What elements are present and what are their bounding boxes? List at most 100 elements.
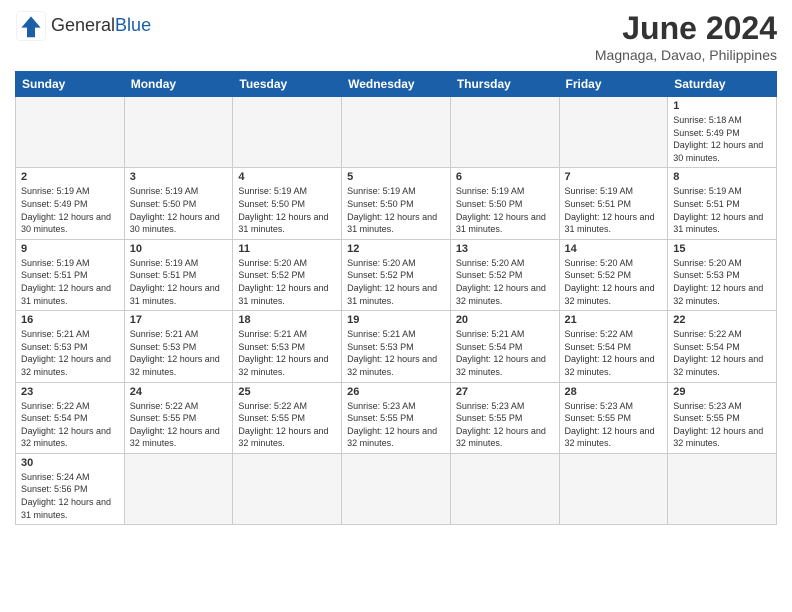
calendar-cell xyxy=(342,453,451,524)
day-info: Sunrise: 5:21 AMSunset: 5:53 PMDaylight:… xyxy=(21,328,119,378)
calendar-table: SundayMondayTuesdayWednesdayThursdayFrid… xyxy=(15,71,777,525)
calendar-cell: 8Sunrise: 5:19 AMSunset: 5:51 PMDaylight… xyxy=(668,168,777,239)
calendar-cell: 13 Sunrise: 5:20 AMSunset: 5:52 PMDayligh… xyxy=(450,239,559,310)
calendar-cell: 6Sunrise: 5:19 AMSunset: 5:50 PMDaylight… xyxy=(450,168,559,239)
calendar-cell xyxy=(450,97,559,168)
day-info: Sunrise: 5:19 AMSunset: 5:51 PMDaylight:… xyxy=(130,257,228,307)
weekday-header-wednesday: Wednesday xyxy=(342,72,451,97)
calendar-cell xyxy=(16,97,125,168)
calendar-cell: 11 Sunrise: 5:20 AMSunset: 5:52 PMDayligh… xyxy=(233,239,342,310)
weekday-header-sunday: Sunday xyxy=(16,72,125,97)
calendar-cell: 20 Sunrise: 5:21 AMSunset: 5:54 PMDayligh… xyxy=(450,311,559,382)
logo-icon xyxy=(15,10,47,42)
day-number: 11 xyxy=(238,243,336,255)
day-info: Sunrise: 5:21 AMSunset: 5:54 PMDaylight:… xyxy=(456,328,554,378)
logo: GeneralBlue xyxy=(15,10,151,42)
day-info: Sunrise: 5:20 AMSunset: 5:52 PMDaylight:… xyxy=(347,257,445,307)
calendar-cell: 18 Sunrise: 5:21 AMSunset: 5:53 PMDayligh… xyxy=(233,311,342,382)
calendar-cell xyxy=(450,453,559,524)
day-info: Sunrise: 5:19 AMSunset: 5:50 PMDaylight:… xyxy=(347,185,445,235)
day-info: Sunrise: 5:22 AMSunset: 5:55 PMDaylight:… xyxy=(238,400,336,450)
calendar-cell: 16Sunrise: 5:21 AMSunset: 5:53 PMDayligh… xyxy=(16,311,125,382)
calendar-cell xyxy=(233,453,342,524)
weekday-header-monday: Monday xyxy=(124,72,233,97)
day-info: Sunrise: 5:21 AMSunset: 5:53 PMDaylight:… xyxy=(347,328,445,378)
calendar-cell xyxy=(124,97,233,168)
calendar-cell xyxy=(233,97,342,168)
week-row-2: 2Sunrise: 5:19 AMSunset: 5:49 PMDaylight… xyxy=(16,168,777,239)
calendar-cell xyxy=(559,453,668,524)
day-number: 19 xyxy=(347,314,445,326)
calendar-cell xyxy=(668,453,777,524)
day-number: 24 xyxy=(130,386,228,398)
day-number: 6 xyxy=(456,171,554,183)
calendar-cell: 10Sunrise: 5:19 AMSunset: 5:51 PMDayligh… xyxy=(124,239,233,310)
day-number: 13 xyxy=(456,243,554,255)
day-number: 14 xyxy=(565,243,663,255)
day-number: 28 xyxy=(565,386,663,398)
calendar-cell: 5Sunrise: 5:19 AMSunset: 5:50 PMDaylight… xyxy=(342,168,451,239)
calendar-cell: 22 Sunrise: 5:22 AMSunset: 5:54 PMDayligh… xyxy=(668,311,777,382)
calendar-subtitle: Magnaga, Davao, Philippines xyxy=(595,47,777,63)
day-info: Sunrise: 5:20 AMSunset: 5:52 PMDaylight:… xyxy=(565,257,663,307)
day-number: 25 xyxy=(238,386,336,398)
calendar-title: June 2024 xyxy=(595,10,777,47)
calendar-cell xyxy=(559,97,668,168)
day-info: Sunrise: 5:19 AMSunset: 5:50 PMDaylight:… xyxy=(130,185,228,235)
day-info: Sunrise: 5:22 AMSunset: 5:54 PMDaylight:… xyxy=(673,328,771,378)
calendar-cell: 29Sunrise: 5:23 AMSunset: 5:55 PMDayligh… xyxy=(668,382,777,453)
day-number: 21 xyxy=(565,314,663,326)
day-info: Sunrise: 5:22 AMSunset: 5:54 PMDaylight:… xyxy=(21,400,119,450)
day-info: Sunrise: 5:20 AMSunset: 5:53 PMDaylight:… xyxy=(673,257,771,307)
day-number: 29 xyxy=(673,386,771,398)
calendar-cell: 4Sunrise: 5:19 AMSunset: 5:50 PMDaylight… xyxy=(233,168,342,239)
day-number: 7 xyxy=(565,171,663,183)
day-info: Sunrise: 5:19 AMSunset: 5:51 PMDaylight:… xyxy=(21,257,119,307)
weekday-header-row: SundayMondayTuesdayWednesdayThursdayFrid… xyxy=(16,72,777,97)
day-number: 20 xyxy=(456,314,554,326)
calendar-cell: 2Sunrise: 5:19 AMSunset: 5:49 PMDaylight… xyxy=(16,168,125,239)
day-info: Sunrise: 5:23 AMSunset: 5:55 PMDaylight:… xyxy=(565,400,663,450)
calendar-cell: 15 Sunrise: 5:20 AMSunset: 5:53 PMDayligh… xyxy=(668,239,777,310)
calendar-cell xyxy=(124,453,233,524)
day-info: Sunrise: 5:18 AMSunset: 5:49 PMDaylight:… xyxy=(673,114,771,164)
calendar-cell: 17Sunrise: 5:21 AMSunset: 5:53 PMDayligh… xyxy=(124,311,233,382)
day-number: 12 xyxy=(347,243,445,255)
day-info: Sunrise: 5:23 AMSunset: 5:55 PMDaylight:… xyxy=(456,400,554,450)
day-info: Sunrise: 5:19 AMSunset: 5:50 PMDaylight:… xyxy=(238,185,336,235)
day-info: Sunrise: 5:21 AMSunset: 5:53 PMDaylight:… xyxy=(238,328,336,378)
day-number: 27 xyxy=(456,386,554,398)
calendar-cell: 1 Sunrise: 5:18 AMSunset: 5:49 PMDaylight… xyxy=(668,97,777,168)
logo-text: GeneralBlue xyxy=(51,16,151,36)
day-number: 15 xyxy=(673,243,771,255)
day-info: Sunrise: 5:22 AMSunset: 5:55 PMDaylight:… xyxy=(130,400,228,450)
calendar-cell: 26Sunrise: 5:23 AMSunset: 5:55 PMDayligh… xyxy=(342,382,451,453)
day-info: Sunrise: 5:20 AMSunset: 5:52 PMDaylight:… xyxy=(238,257,336,307)
calendar-cell: 28 Sunrise: 5:23 AMSunset: 5:55 PMDayligh… xyxy=(559,382,668,453)
calendar-cell: 24 Sunrise: 5:22 AMSunset: 5:55 PMDayligh… xyxy=(124,382,233,453)
day-number: 9 xyxy=(21,243,119,255)
day-number: 26 xyxy=(347,386,445,398)
day-info: Sunrise: 5:24 AMSunset: 5:56 PMDaylight:… xyxy=(21,471,119,521)
day-info: Sunrise: 5:19 AMSunset: 5:51 PMDaylight:… xyxy=(565,185,663,235)
day-number: 1 xyxy=(673,100,771,112)
day-info: Sunrise: 5:19 AMSunset: 5:51 PMDaylight:… xyxy=(673,185,771,235)
calendar-cell: 25 Sunrise: 5:22 AMSunset: 5:55 PMDayligh… xyxy=(233,382,342,453)
day-info: Sunrise: 5:20 AMSunset: 5:52 PMDaylight:… xyxy=(456,257,554,307)
calendar-cell: 19 Sunrise: 5:21 AMSunset: 5:53 PMDayligh… xyxy=(342,311,451,382)
header: GeneralBlue June 2024 Magnaga, Davao, Ph… xyxy=(15,10,777,63)
week-row-6: 30Sunrise: 5:24 AMSunset: 5:56 PMDayligh… xyxy=(16,453,777,524)
weekday-header-thursday: Thursday xyxy=(450,72,559,97)
title-area: June 2024 Magnaga, Davao, Philippines xyxy=(595,10,777,63)
day-number: 3 xyxy=(130,171,228,183)
day-number: 22 xyxy=(673,314,771,326)
calendar-cell xyxy=(342,97,451,168)
day-number: 18 xyxy=(238,314,336,326)
calendar-cell: 3 Sunrise: 5:19 AMSunset: 5:50 PMDaylight… xyxy=(124,168,233,239)
calendar-cell: 21 Sunrise: 5:22 AMSunset: 5:54 PMDayligh… xyxy=(559,311,668,382)
week-row-1: 1 Sunrise: 5:18 AMSunset: 5:49 PMDaylight… xyxy=(16,97,777,168)
calendar-cell: 14 Sunrise: 5:20 AMSunset: 5:52 PMDayligh… xyxy=(559,239,668,310)
weekday-header-friday: Friday xyxy=(559,72,668,97)
calendar-cell: 30Sunrise: 5:24 AMSunset: 5:56 PMDayligh… xyxy=(16,453,125,524)
day-info: Sunrise: 5:22 AMSunset: 5:54 PMDaylight:… xyxy=(565,328,663,378)
